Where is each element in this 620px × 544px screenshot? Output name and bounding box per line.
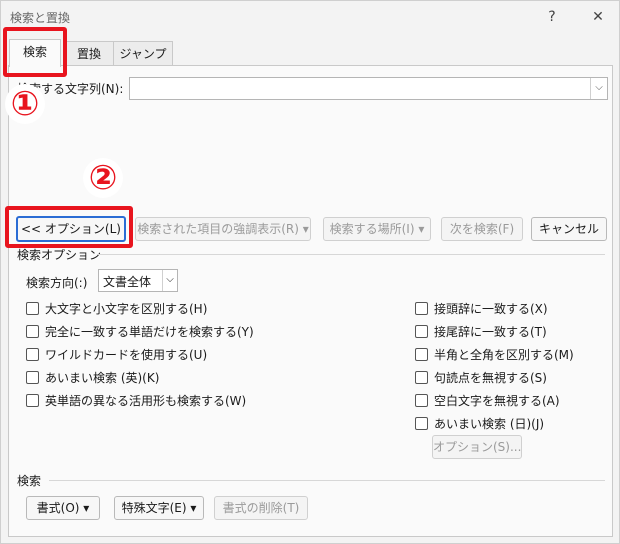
clear-format-button[interactable]: 書式の削除(T) — [214, 496, 308, 520]
highlight-box-options — [5, 206, 133, 248]
title-bar: 検索と置換 ? ✕ — [1, 1, 619, 33]
checkbox-box[interactable] — [26, 394, 39, 407]
help-button[interactable]: ? — [539, 6, 565, 28]
checkbox-suffix[interactable]: 接尾辞に一致する(T) — [415, 323, 547, 340]
chevron-down-icon: ⌵ — [162, 270, 177, 291]
checkbox-word-forms[interactable]: 英単語の異なる活用形も検索する(W) — [26, 392, 246, 409]
tab-goto[interactable]: ジャンプ — [113, 41, 173, 66]
find-next-button[interactable]: 次を検索(F) — [441, 217, 523, 241]
checkbox-box[interactable] — [26, 302, 39, 315]
search-options-title: 検索オプション — [17, 248, 102, 262]
highlight-button[interactable]: 検索された項目の強調表示(R) ▾ — [135, 217, 311, 241]
step-2-badge: ② — [83, 158, 123, 198]
tab-find[interactable]: 検索 — [9, 39, 61, 67]
checkbox-box[interactable] — [415, 394, 428, 407]
checkbox-box[interactable] — [415, 302, 428, 315]
step-1-badge: ① — [5, 84, 45, 124]
checkbox-wildcards[interactable]: ワイルドカードを使用する(U) — [26, 346, 207, 363]
checkbox-whole-word[interactable]: 完全に一致する単語だけを検索する(Y) — [26, 323, 254, 340]
divider — [97, 254, 605, 255]
dialog-title: 検索と置換 — [10, 11, 71, 25]
checkbox-ignore-space[interactable]: 空白文字を無視する(A) — [415, 392, 560, 409]
search-in-button[interactable]: 検索する場所(I) ▾ — [323, 217, 431, 241]
fuzzy-options-button[interactable]: オプション(S)... — [432, 435, 522, 459]
special-button[interactable]: 特殊文字(E) ▾ — [114, 496, 204, 520]
cancel-button[interactable]: キャンセル — [531, 217, 607, 241]
checkbox-box[interactable] — [415, 325, 428, 338]
checkbox-box[interactable] — [26, 371, 39, 384]
checkbox-match-case[interactable]: 大文字と小文字を区別する(H) — [26, 300, 207, 317]
checkbox-fuzzy-jp[interactable]: あいまい検索 (日)(J) — [415, 415, 544, 432]
checkbox-box[interactable] — [415, 371, 428, 384]
tab-replace[interactable]: 置換 — [63, 41, 115, 66]
checkbox-box[interactable] — [415, 348, 428, 361]
divider — [49, 480, 605, 481]
checkbox-box[interactable] — [415, 417, 428, 430]
search-group-title: 検索 — [17, 474, 42, 488]
format-button[interactable]: 書式(O) ▾ — [26, 496, 100, 520]
checkbox-ignore-punct[interactable]: 句読点を無視する(S) — [415, 369, 547, 386]
chevron-down-icon[interactable]: ⌵ — [590, 78, 607, 99]
find-panel: 検索する文字列(N): ⌵ << オプション(L) 検索された項目の強調表示(R… — [8, 65, 613, 537]
checkbox-prefix[interactable]: 接頭辞に一致する(X) — [415, 300, 548, 317]
checkbox-sounds-like[interactable]: あいまい検索 (英)(K) — [26, 369, 159, 386]
close-icon[interactable]: ✕ — [585, 6, 611, 28]
find-what-input[interactable]: ⌵ — [129, 77, 608, 100]
checkbox-box[interactable] — [26, 348, 39, 361]
find-replace-dialog: 検索と置換 ? ✕ 検索 置換 ジャンプ 検索する文字列(N): ⌵ << オプ… — [0, 0, 620, 544]
checkbox-width[interactable]: 半角と全角を区別する(M) — [415, 346, 574, 363]
checkbox-box[interactable] — [26, 325, 39, 338]
direction-label: 検索方向(:) — [26, 276, 88, 290]
direction-select[interactable]: 文書全体 ⌵ — [98, 269, 178, 292]
